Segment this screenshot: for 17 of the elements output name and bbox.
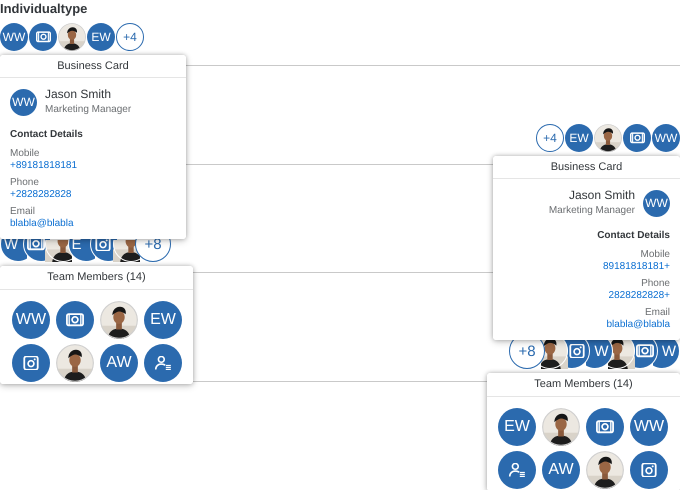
field-label: Mobile — [10, 148, 40, 160]
field-label: Phone — [641, 278, 670, 290]
field-label: Mobile — [640, 249, 670, 261]
popover-title: Team Members (14) — [487, 373, 680, 397]
person-name: Jason Smith — [568, 188, 635, 203]
field-label: Phone — [10, 177, 39, 189]
page-title: Individualtype — [0, 0, 88, 16]
popover-title: Business Card — [0, 55, 186, 78]
popover-title: Team Members (14) — [0, 266, 193, 290]
person-role: Marketing Manager — [548, 204, 635, 218]
field-label: Email — [644, 307, 670, 319]
person-role: Marketing Manager — [45, 103, 132, 117]
section-heading: Contact Details — [597, 230, 670, 242]
person-name: Jason Smith — [45, 87, 112, 102]
field-label: Email — [10, 206, 36, 218]
section-heading: Contact Details — [10, 129, 83, 141]
popover-title: Business Card — [493, 156, 680, 179]
